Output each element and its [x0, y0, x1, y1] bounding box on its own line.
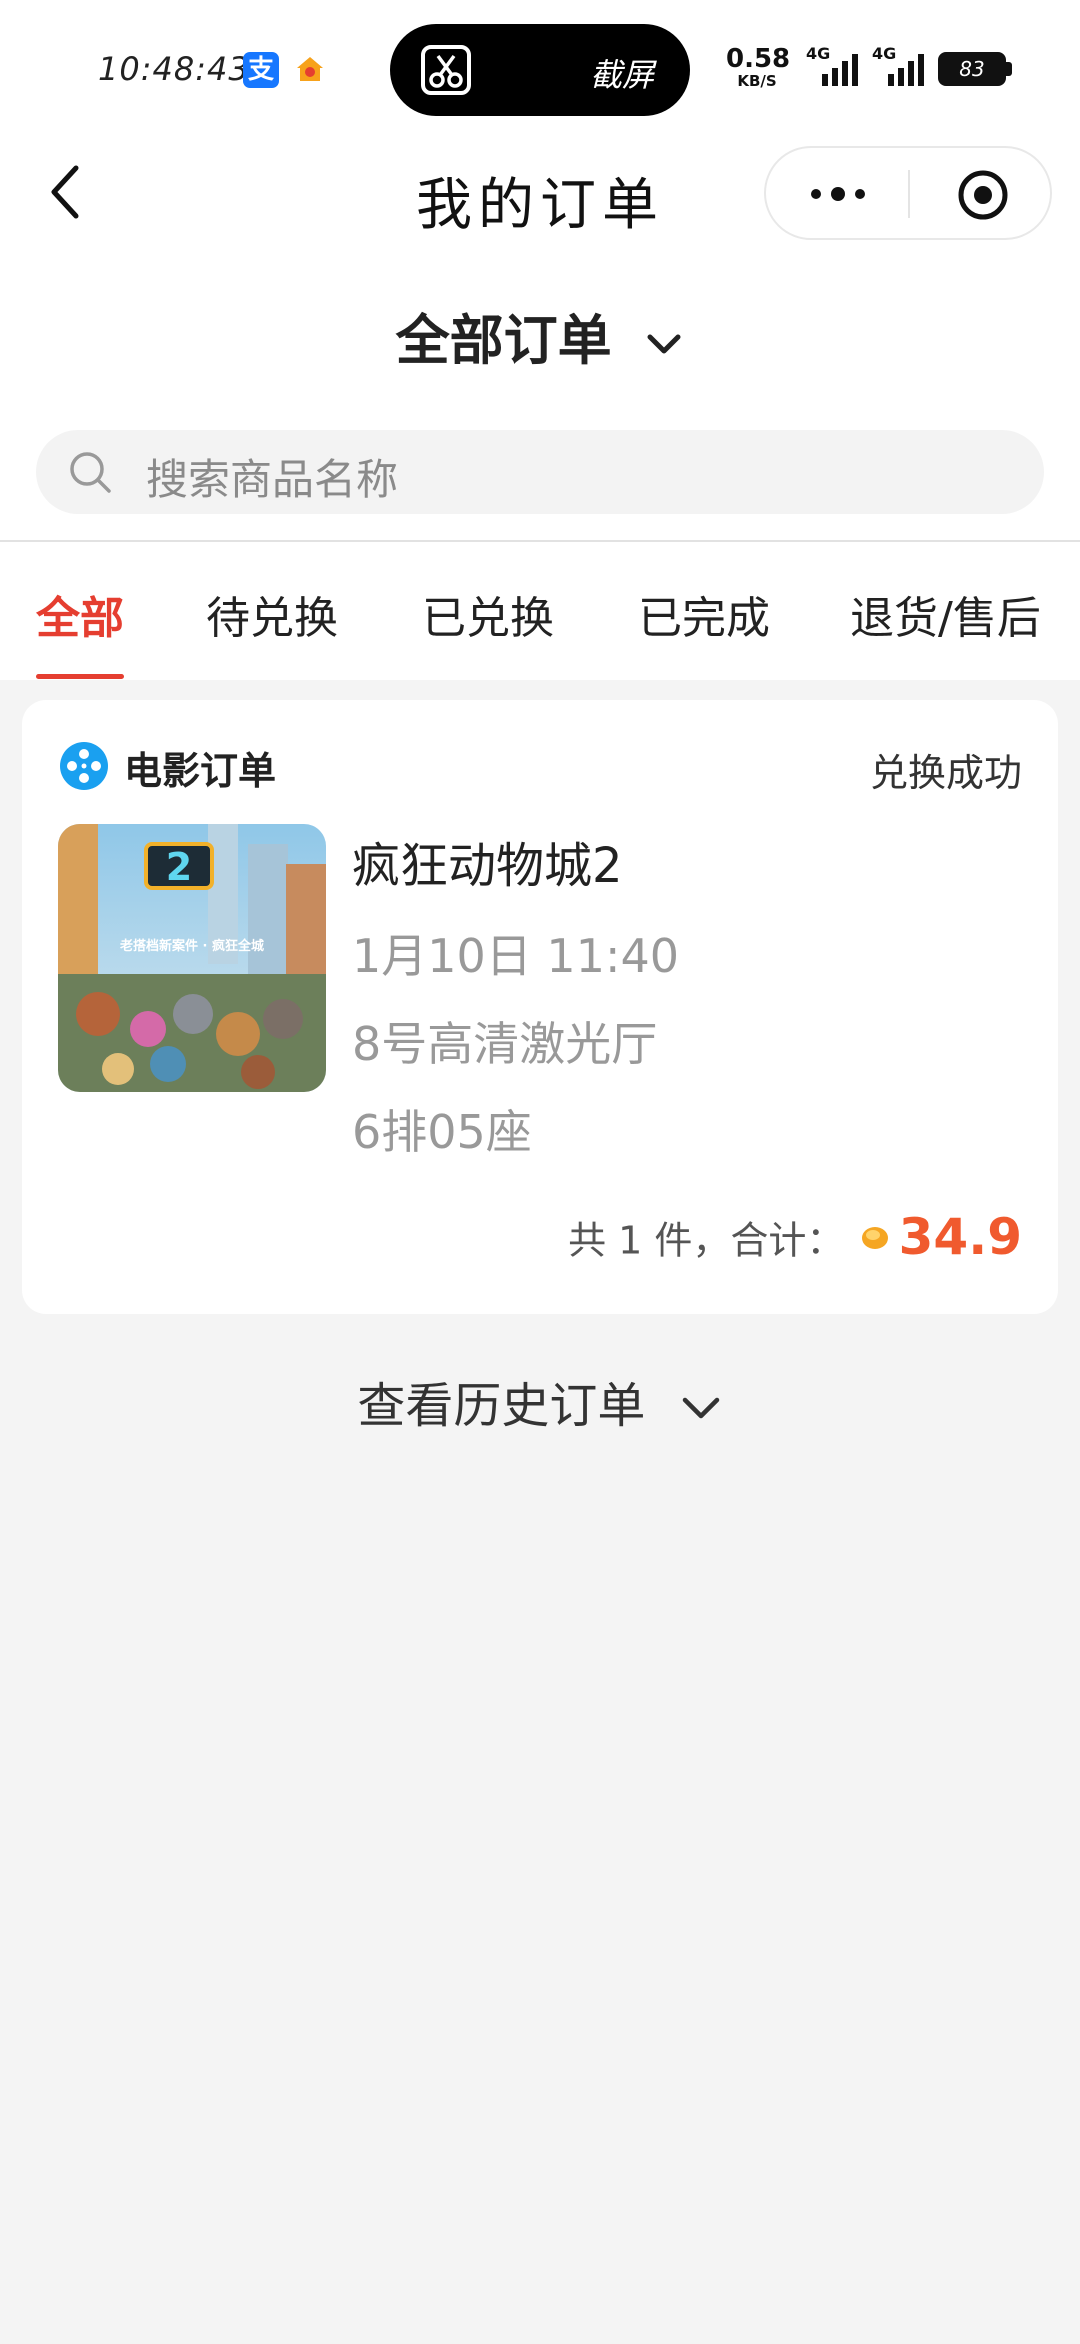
- tab-returns[interactable]: 退货/售后: [850, 582, 1041, 646]
- status-bar: 10:48:43 支 截屏 0.58 KB/S 4G 4G 83: [0, 0, 1080, 135]
- search-placeholder: 搜索商品名称: [146, 455, 399, 504]
- tab-exchanged[interactable]: 已兑换: [422, 582, 554, 646]
- movie-poster[interactable]: 2 老搭档新案件 · 疯狂全城: [58, 824, 326, 1092]
- signal-icon-2: 4G: [872, 44, 932, 88]
- coin-icon: [861, 1227, 888, 1249]
- chevron-down-icon: [682, 1397, 719, 1419]
- order-status-tabs: 全部 待兑换 已兑换 已完成 退货/售后: [0, 542, 1080, 680]
- signal-icon-1: 4G: [806, 44, 866, 88]
- cinema-hall: 8号高清激光厅: [352, 1017, 658, 1071]
- capture-label: 截屏: [590, 56, 655, 94]
- network-speed-unit: KB/S: [737, 72, 777, 90]
- order-category: 电影订单: [124, 749, 277, 793]
- show-datetime: 1月10日 11:40: [352, 929, 679, 983]
- svg-text:2: 2: [166, 845, 192, 889]
- tab-completed[interactable]: 已完成: [638, 582, 770, 646]
- more-dots-icon[interactable]: [806, 178, 870, 210]
- tab-all[interactable]: 全部: [36, 582, 124, 646]
- page-title: 我的订单: [416, 173, 664, 238]
- movie-title: 疯狂动物城2: [352, 838, 623, 894]
- capsule-divider: [908, 170, 910, 218]
- screen-capture-pill[interactable]: 截屏: [390, 24, 690, 116]
- network-speed: 0.58 KB/S: [726, 44, 791, 90]
- history-label: 查看历史订单: [357, 1378, 646, 1434]
- view-history-orders-button[interactable]: 查看历史订单: [0, 1366, 1080, 1436]
- status-time: 10:48:43: [98, 50, 250, 88]
- chevron-down-icon: [647, 334, 681, 354]
- home-app-icon: [297, 57, 323, 81]
- order-filter-label: 全部订单: [395, 309, 612, 372]
- battery-icon: 83: [938, 52, 1006, 86]
- order-filter-dropdown[interactable]: 全部订单: [0, 296, 1080, 375]
- close-target-icon[interactable]: [956, 168, 1010, 222]
- alipay-icon: 支: [243, 52, 279, 88]
- search-icon: [70, 452, 111, 493]
- back-arrow-icon[interactable]: [44, 160, 88, 224]
- film-reel-icon: [60, 742, 108, 790]
- search-input[interactable]: 搜索商品名称: [36, 430, 1044, 514]
- order-summary: 共 1 件，合计： 34.9: [568, 1208, 1022, 1268]
- active-tab-indicator: [36, 674, 124, 679]
- mini-program-capsule: [764, 146, 1052, 240]
- seat-info: 6排05座: [352, 1105, 532, 1159]
- poster-tagline: 老搭档新案件 · 疯狂全城: [119, 938, 264, 954]
- network-speed-value: 0.58: [726, 44, 791, 74]
- order-total-price: 34.9: [898, 1208, 1022, 1266]
- tab-pending-exchange[interactable]: 待兑换: [206, 582, 338, 646]
- order-status: 兑换成功: [869, 751, 1022, 795]
- battery-tip: [1006, 62, 1012, 76]
- battery-level: 83: [959, 57, 985, 81]
- order-card[interactable]: 电影订单 兑换成功 2 老搭档新案件 · 疯狂全城 疯狂动物城2 1月10日 1…: [22, 700, 1058, 1314]
- summary-label: 共 1 件，合计：: [568, 1218, 845, 1263]
- scissors-icon: [421, 45, 471, 95]
